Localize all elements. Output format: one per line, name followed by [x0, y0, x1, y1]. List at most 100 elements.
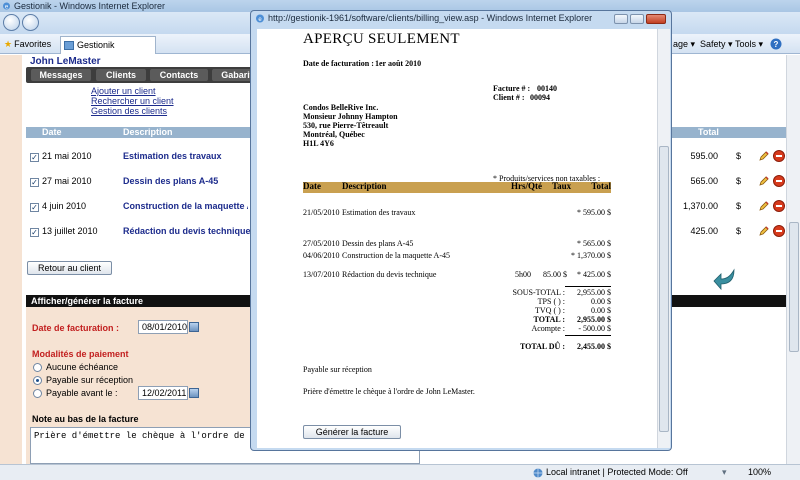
popup-titlebar: e http://gestionik-1961/software/clients… — [251, 11, 671, 26]
row-amount: 1,370.00 — [682, 201, 718, 211]
popup-scrollbar[interactable] — [657, 29, 670, 448]
favorites-button[interactable]: ★ Favorites — [4, 37, 51, 51]
row-checkbox[interactable]: ✓ — [30, 153, 39, 162]
totals-value: 2,955.00 $ — [577, 315, 611, 324]
row-checkbox[interactable]: ✓ — [30, 178, 39, 187]
address-line: Monsieur Johnny Hampton — [303, 112, 398, 121]
page-menu[interactable]: age ▾ — [673, 37, 695, 51]
invoice-date-label: Date de facturation : — [303, 59, 374, 68]
invoice-number: 00140 — [537, 84, 557, 93]
edit-icon[interactable] — [758, 200, 770, 212]
calendar-icon[interactable] — [189, 388, 199, 398]
col-total: Total — [698, 127, 719, 137]
edit-icon[interactable] — [758, 150, 770, 162]
delete-icon[interactable] — [773, 150, 785, 162]
favorites-label: Favorites — [14, 39, 52, 49]
forward-nav-button[interactable] — [22, 14, 39, 31]
row-amount: 565.00 — [690, 176, 718, 186]
scrollbar-thumb[interactable] — [789, 222, 799, 352]
scrollbar-thumb[interactable] — [659, 146, 669, 432]
main-nav: Messages Clients Contacts Gabarit — [26, 67, 262, 83]
totals-label: SOUS-TOTAL : — [512, 288, 565, 297]
radio-on-receipt[interactable] — [33, 376, 42, 385]
invoice-note: Prière d'émettre le chèque à l'ordre de … — [303, 387, 475, 396]
maximize-button[interactable] — [630, 14, 644, 24]
help-icon[interactable]: ? — [770, 38, 782, 50]
page-scrollbar[interactable] — [786, 55, 800, 464]
col-description: Description — [123, 127, 173, 137]
inv-line-description: Estimation des travaux — [342, 208, 416, 217]
return-arrow-icon[interactable] — [712, 267, 738, 293]
back-to-client-button[interactable]: Retour au client — [27, 261, 112, 275]
billing-date-label: Date de facturation : — [32, 323, 120, 333]
browser-tab[interactable]: Gestionik — [60, 36, 156, 54]
edit-icon[interactable] — [758, 175, 770, 187]
edit-icon[interactable] — [758, 225, 770, 237]
user-name: John LeMaster — [30, 56, 101, 67]
total-rule — [565, 335, 611, 336]
row-date: 13 juillet 2010 — [42, 226, 98, 236]
payable-before-input[interactable]: 12/02/2011 — [138, 386, 188, 400]
tools-menu[interactable]: Tools ▾ — [735, 37, 763, 51]
address-line: Montréal, Québec — [303, 130, 365, 139]
grand-total-label: TOTAL DÛ : — [519, 342, 565, 351]
row-description[interactable]: Estimation des travaux — [123, 151, 222, 161]
star-icon: ★ — [4, 39, 13, 49]
payable-text: Payable sur réception — [303, 365, 372, 374]
inv-line-total: * 1,370.00 $ — [571, 251, 611, 260]
left-margin — [0, 55, 22, 464]
calendar-icon[interactable] — [189, 322, 199, 332]
back-nav-button[interactable] — [3, 14, 20, 31]
inv-col-qty: Hrs/Qté — [511, 181, 542, 191]
zoom-menu[interactable]: ▾ — [722, 465, 727, 480]
preview-heading: APERÇU SEULEMENT — [303, 31, 460, 47]
address-line: Condos BelleRive Inc. — [303, 103, 379, 112]
row-amount: 595.00 — [690, 151, 718, 161]
payment-terms-label: Modalités de paiement — [32, 349, 129, 359]
inv-line-rate: 85.00 $ — [543, 270, 567, 279]
totals-value: - 500.00 $ — [578, 324, 611, 333]
row-amount: 425.00 — [690, 226, 718, 236]
nav-clients[interactable]: Clients — [96, 69, 146, 81]
tab-label: Gestionik — [77, 40, 115, 50]
inv-line-qty: 5h00 — [515, 270, 531, 279]
ie-logo-icon: e — [256, 14, 264, 23]
link-search-client[interactable]: Rechercher un client — [91, 96, 174, 106]
radio-no-due[interactable] — [33, 363, 42, 372]
address-line: 530, rue Pierre-Têtreault — [303, 121, 389, 130]
billing-date-input[interactable]: 08/01/2010 — [138, 320, 188, 334]
delete-icon[interactable] — [773, 200, 785, 212]
nav-messages[interactable]: Messages — [31, 69, 91, 81]
delete-icon[interactable] — [773, 225, 785, 237]
totals-label: Acompte : — [531, 324, 565, 333]
close-button[interactable] — [646, 14, 666, 24]
row-description[interactable]: Construction de la maquette A-45 — [123, 201, 248, 211]
inv-col-total: Total — [591, 181, 611, 191]
security-zone: Local intranet | Protected Mode: Off — [546, 467, 688, 477]
link-manage-clients[interactable]: Gestion des clients — [91, 106, 167, 116]
totals-value: 0.00 $ — [591, 306, 611, 315]
ie-logo-icon: e — [3, 2, 10, 10]
nav-contacts[interactable]: Contacts — [150, 69, 208, 81]
totals-label: TOTAL : — [533, 315, 566, 324]
zoom-level[interactable]: 100% — [748, 465, 771, 480]
radio-no-due-label: Aucune échéance — [46, 362, 119, 372]
inv-line-total: * 565.00 $ — [577, 239, 611, 248]
link-add-client[interactable]: Ajouter un client — [91, 86, 156, 96]
safety-menu[interactable]: Safety ▾ — [700, 37, 733, 51]
invoice-table-header: Date Description Hrs/Qté Taux Total — [303, 181, 611, 193]
inv-line-description: Construction de la maquette A-45 — [342, 251, 450, 260]
row-description[interactable]: Rédaction du devis technique — [123, 226, 251, 236]
inv-line-date: 04/06/2010 — [303, 251, 340, 260]
row-checkbox[interactable]: ✓ — [30, 228, 39, 237]
radio-before-date[interactable] — [33, 389, 42, 398]
row-currency: $ — [736, 226, 742, 236]
totals-value: 2,955.00 $ — [577, 288, 611, 297]
minimize-button[interactable] — [614, 14, 628, 24]
row-checkbox[interactable]: ✓ — [30, 203, 39, 212]
delete-icon[interactable] — [773, 175, 785, 187]
inv-line-description: Dessin des plans A-45 — [342, 239, 414, 248]
inv-line-date: 27/05/2010 — [303, 239, 340, 248]
row-description[interactable]: Dessin des plans A-45 — [123, 176, 218, 186]
generate-invoice-button[interactable]: Générer la facture — [303, 425, 401, 439]
